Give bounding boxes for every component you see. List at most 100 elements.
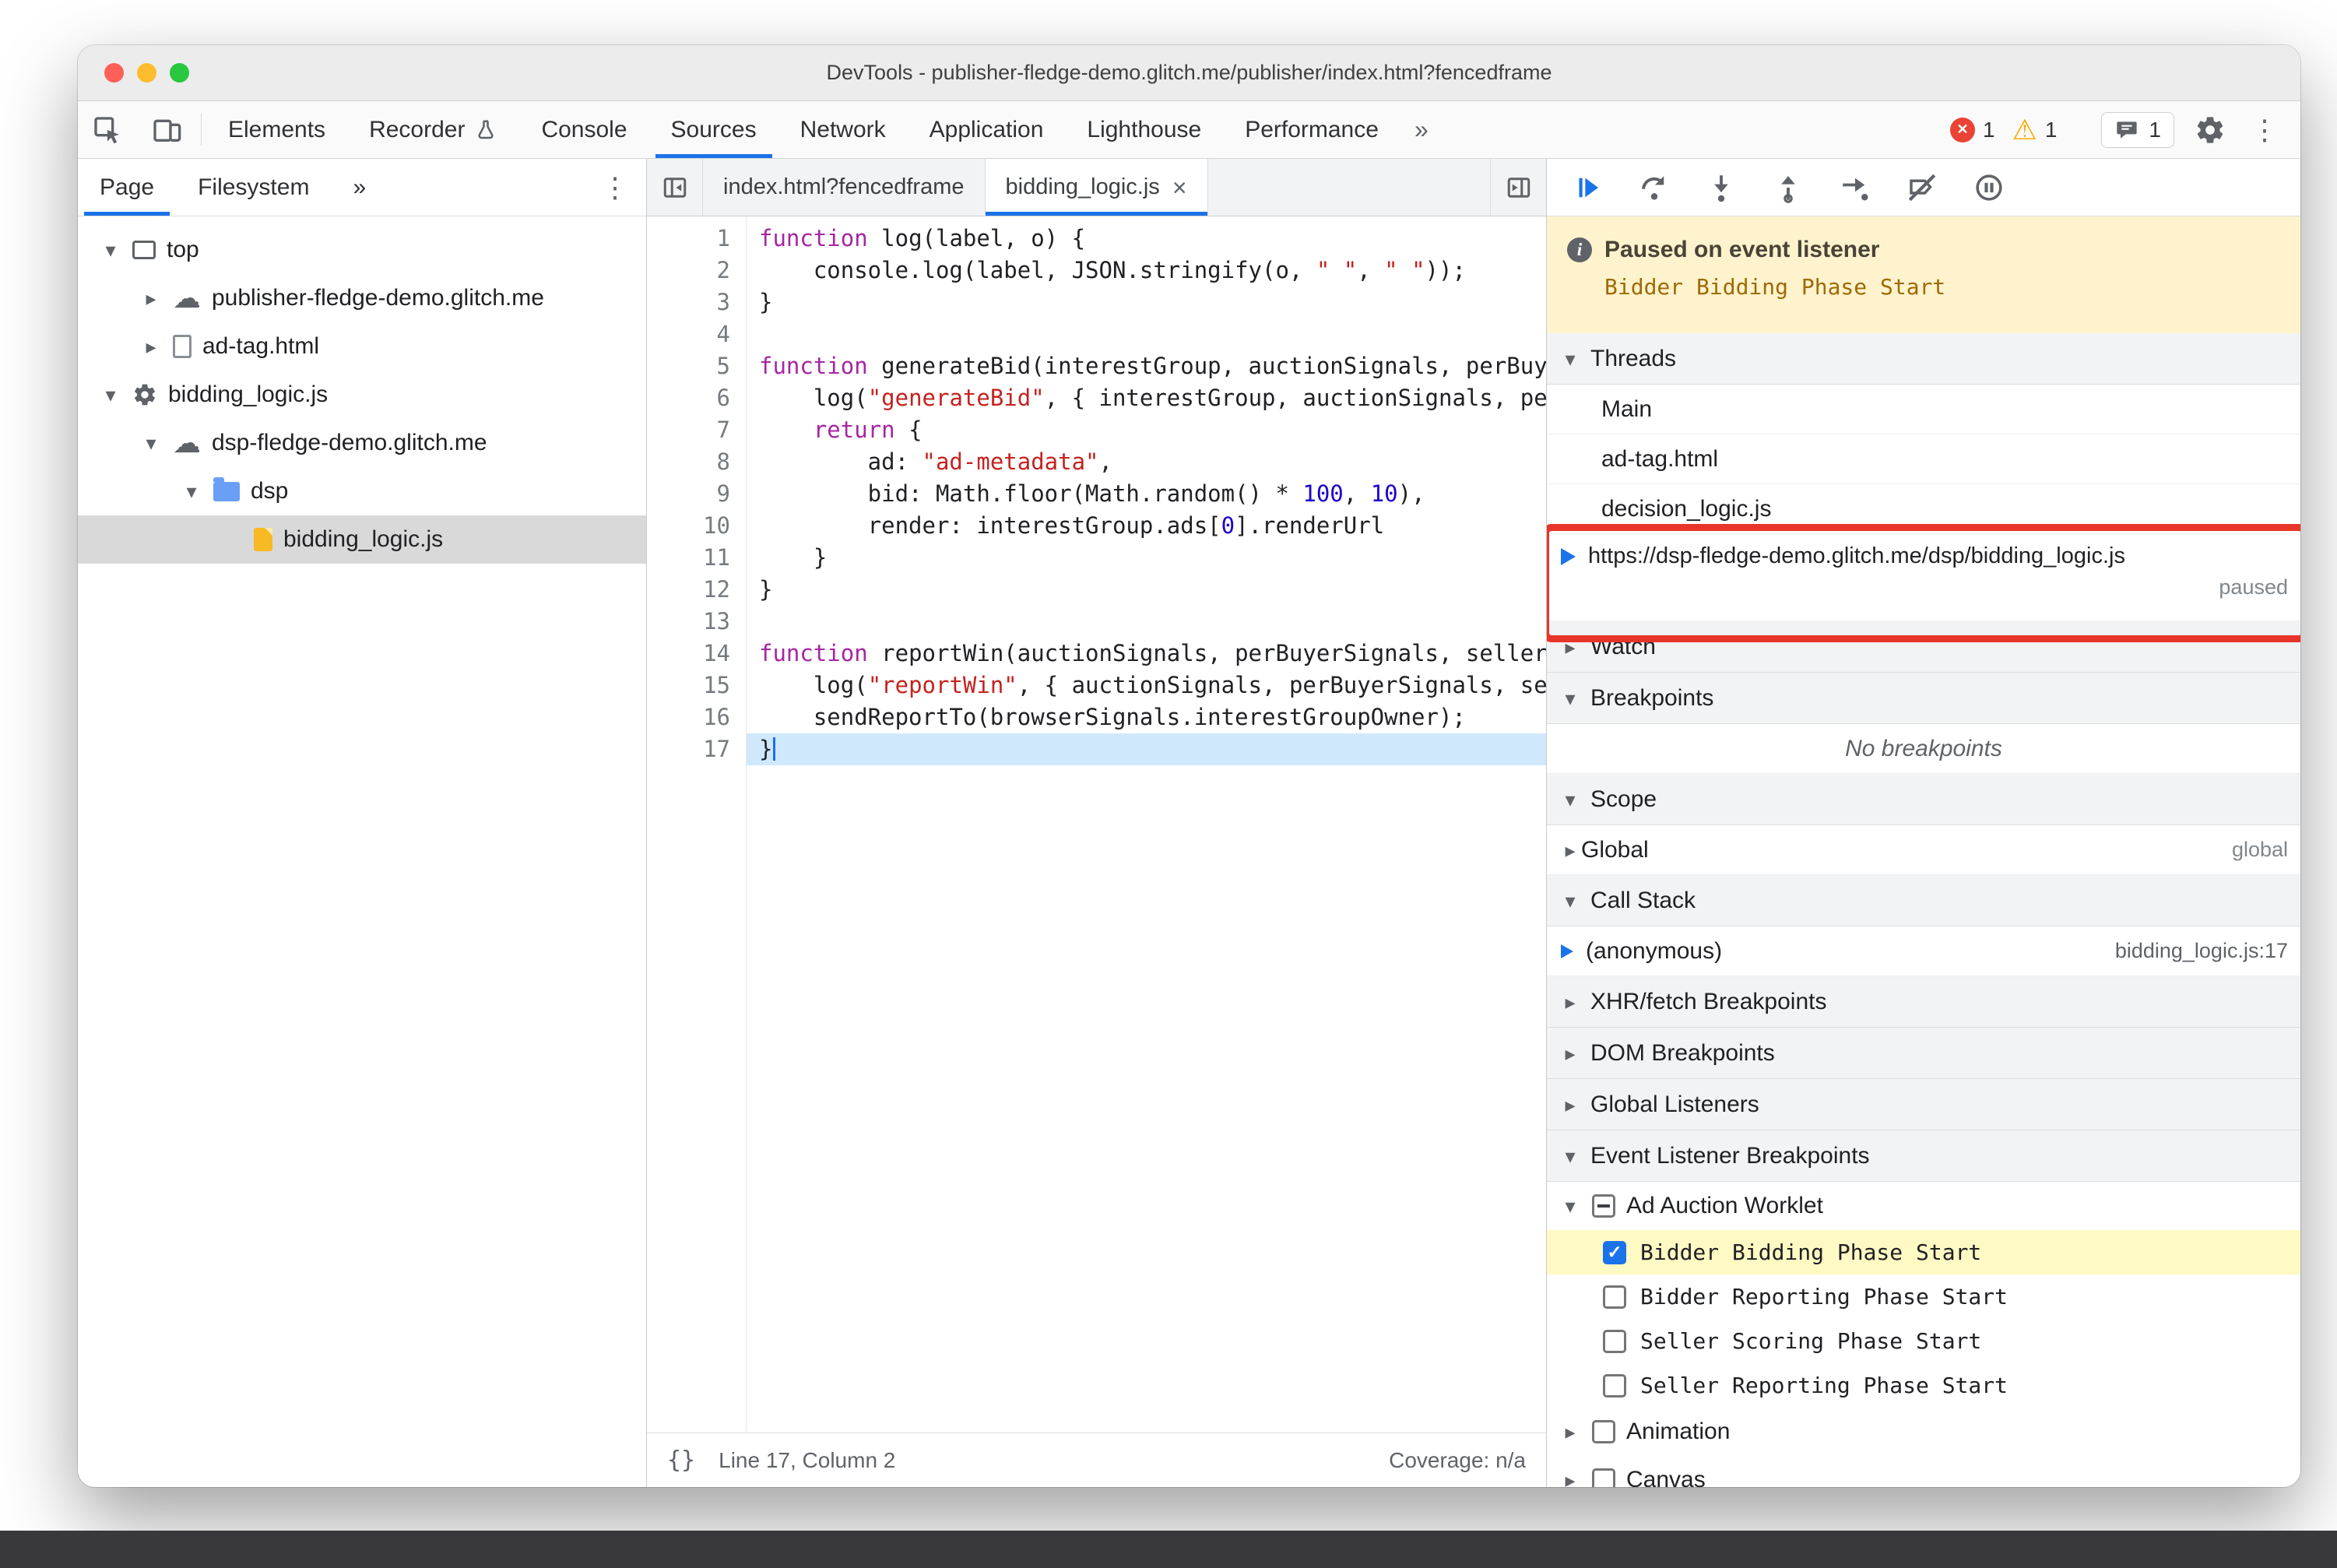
chevron-right-icon[interactable] [140, 288, 162, 308]
tab-lighthouse[interactable]: Lighthouse [1065, 101, 1223, 158]
checkbox-checked-icon[interactable] [1603, 1240, 1626, 1264]
checkbox-unchecked-icon[interactable] [1603, 1285, 1626, 1309]
line-number[interactable]: 8 [647, 446, 730, 478]
thread-item-ad-tag[interactable]: ad-tag.html [1547, 434, 2300, 484]
navigator-more-tabs-button[interactable]: » [331, 159, 388, 216]
chevron-down-icon[interactable] [181, 481, 202, 501]
inspect-element-button[interactable] [78, 101, 137, 158]
thread-item-main[interactable]: Main [1547, 385, 2300, 434]
tab-page[interactable]: Page [78, 159, 176, 216]
tab-network[interactable]: Network [778, 101, 908, 158]
section-watch-header[interactable]: Watch [1547, 621, 2300, 673]
settings-button[interactable] [2191, 114, 2229, 146]
tab-application[interactable]: Application [908, 101, 1066, 158]
line-number[interactable]: 17 [647, 733, 730, 765]
call-stack-frame[interactable]: (anonymous) bidding_logic.js:17 [1547, 926, 2300, 976]
step-into-button[interactable] [1690, 165, 1752, 210]
pretty-print-button[interactable]: {} [667, 1447, 695, 1474]
chevron-down-icon[interactable] [140, 433, 162, 453]
chevron-down-icon[interactable] [1559, 1196, 1581, 1216]
section-global-listeners-header[interactable]: Global Listeners [1547, 1079, 2300, 1130]
section-threads-header[interactable]: Threads [1547, 333, 2300, 385]
chevron-right-icon[interactable] [1559, 1470, 1581, 1487]
hide-navigator-button[interactable] [647, 159, 703, 216]
line-number[interactable]: 10 [647, 510, 730, 542]
thread-item-decision-logic[interactable]: decision_logic.js [1547, 484, 2300, 534]
chevron-right-icon[interactable] [1559, 840, 1581, 860]
chevron-right-icon[interactable] [140, 336, 162, 357]
elb-category-animation[interactable]: Animation [1547, 1408, 2300, 1456]
frame-location[interactable]: bidding_logic.js:17 [2115, 939, 2288, 963]
tree-item-ad-tag[interactable]: ad-tag.html [78, 322, 646, 371]
elb-category-ad-auction-worklet[interactable]: Ad Auction Worklet [1547, 1182, 2300, 1230]
line-number[interactable]: 14 [647, 638, 730, 670]
messages-badge[interactable]: 1 [2101, 111, 2174, 148]
event-seller-scoring-phase-start[interactable]: Seller Scoring Phase Start [1547, 1319, 2300, 1363]
tree-item-dsp-domain[interactable]: dsp-fledge-demo.glitch.me [78, 419, 646, 467]
code-editor[interactable]: 1 2 3 4 5 6 7 8 9 10 11 12 13 14 15 16 17 function log(l… [647, 216, 1546, 1433]
tree-item-bidding-logic-group[interactable]: bidding_logic.js [78, 371, 646, 419]
tree-item-publisher-domain[interactable]: publisher-fledge-demo.glitch.me [78, 274, 646, 322]
line-number[interactable]: 7 [647, 414, 730, 446]
event-bidder-reporting-phase-start[interactable]: Bidder Reporting Phase Start [1547, 1274, 2300, 1319]
pause-on-exceptions-button[interactable] [1958, 165, 2020, 210]
checkbox-unchecked-icon[interactable] [1603, 1373, 1626, 1397]
editor-tab-bidding-logic[interactable]: bidding_logic.js [985, 159, 1208, 216]
tab-sources[interactable]: Sources [649, 101, 778, 158]
tab-recorder[interactable]: Recorder [347, 101, 519, 158]
tab-elements[interactable]: Elements [206, 101, 347, 158]
editor-tab-index-html[interactable]: index.html?fencedframe [703, 159, 986, 216]
more-tabs-button[interactable]: » [1400, 101, 1443, 158]
line-number[interactable]: 2 [647, 255, 730, 287]
chevron-down-icon[interactable] [100, 240, 121, 260]
section-dom-breakpoints-header[interactable]: DOM Breakpoints [1547, 1028, 2300, 1079]
section-breakpoints-header[interactable]: Breakpoints [1547, 673, 2300, 724]
scope-global-row[interactable]: Global global [1547, 825, 2300, 875]
line-number[interactable]: 5 [647, 350, 730, 382]
show-debugger-button[interactable] [1490, 159, 1546, 216]
line-numbers[interactable]: 1 2 3 4 5 6 7 8 9 10 11 12 13 14 15 16 17 [647, 216, 747, 1433]
line-number[interactable]: 16 [647, 701, 730, 733]
line-number[interactable]: 11 [647, 542, 730, 574]
section-call-stack-header[interactable]: Call Stack [1547, 875, 2300, 926]
chevron-down-icon[interactable] [100, 385, 121, 405]
checkbox-indeterminate-icon[interactable] [1592, 1194, 1615, 1218]
deactivate-breakpoints-button[interactable] [1891, 165, 1953, 210]
device-toolbar-button[interactable] [137, 101, 196, 158]
tab-performance[interactable]: Performance [1223, 101, 1400, 158]
line-number[interactable]: 9 [647, 478, 730, 510]
warning-badge[interactable]: 1 [2012, 116, 2058, 144]
tree-item-dsp-folder[interactable]: dsp [78, 467, 646, 515]
minimize-window-button[interactable] [137, 63, 156, 83]
section-event-listener-breakpoints-header[interactable]: Event Listener Breakpoints [1547, 1130, 2300, 1182]
thread-item-active[interactable]: https://dsp-fledge-demo.glitch.me/dsp/bi… [1547, 534, 2300, 621]
close-tab-icon[interactable] [1172, 175, 1187, 200]
checkbox-unchecked-icon[interactable] [1603, 1329, 1626, 1353]
step-over-button[interactable] [1623, 165, 1685, 210]
line-number[interactable]: 12 [647, 574, 730, 606]
step-button[interactable] [1824, 165, 1886, 210]
tab-console[interactable]: Console [519, 101, 648, 158]
section-xhr-breakpoints-header[interactable]: XHR/fetch Breakpoints [1547, 976, 2300, 1028]
tree-item-top[interactable]: top [78, 226, 646, 274]
line-number[interactable]: 13 [647, 606, 730, 638]
event-seller-reporting-phase-start[interactable]: Seller Reporting Phase Start [1547, 1363, 2300, 1408]
chevron-right-icon[interactable] [1559, 1422, 1581, 1442]
line-number[interactable]: 15 [647, 670, 730, 701]
line-number[interactable]: 3 [647, 287, 730, 318]
step-out-button[interactable] [1757, 165, 1819, 210]
line-number[interactable]: 4 [647, 318, 730, 350]
event-bidder-bidding-phase-start[interactable]: Bidder Bidding Phase Start [1547, 1230, 2300, 1274]
line-number[interactable]: 6 [647, 382, 730, 414]
tab-filesystem[interactable]: Filesystem [176, 159, 331, 216]
main-menu-button[interactable]: ⋮ [2246, 114, 2283, 146]
error-badge[interactable]: 1 [1949, 117, 1995, 142]
elb-category-canvas[interactable]: Canvas [1547, 1456, 2300, 1487]
section-scope-header[interactable]: Scope [1547, 774, 2300, 825]
checkbox-unchecked-icon[interactable] [1592, 1468, 1615, 1487]
line-number[interactable]: 1 [647, 223, 730, 255]
checkbox-unchecked-icon[interactable] [1592, 1420, 1615, 1443]
resume-button[interactable] [1556, 165, 1618, 210]
close-window-button[interactable] [104, 63, 124, 83]
navigator-menu-button[interactable]: ⋮ [584, 159, 646, 216]
